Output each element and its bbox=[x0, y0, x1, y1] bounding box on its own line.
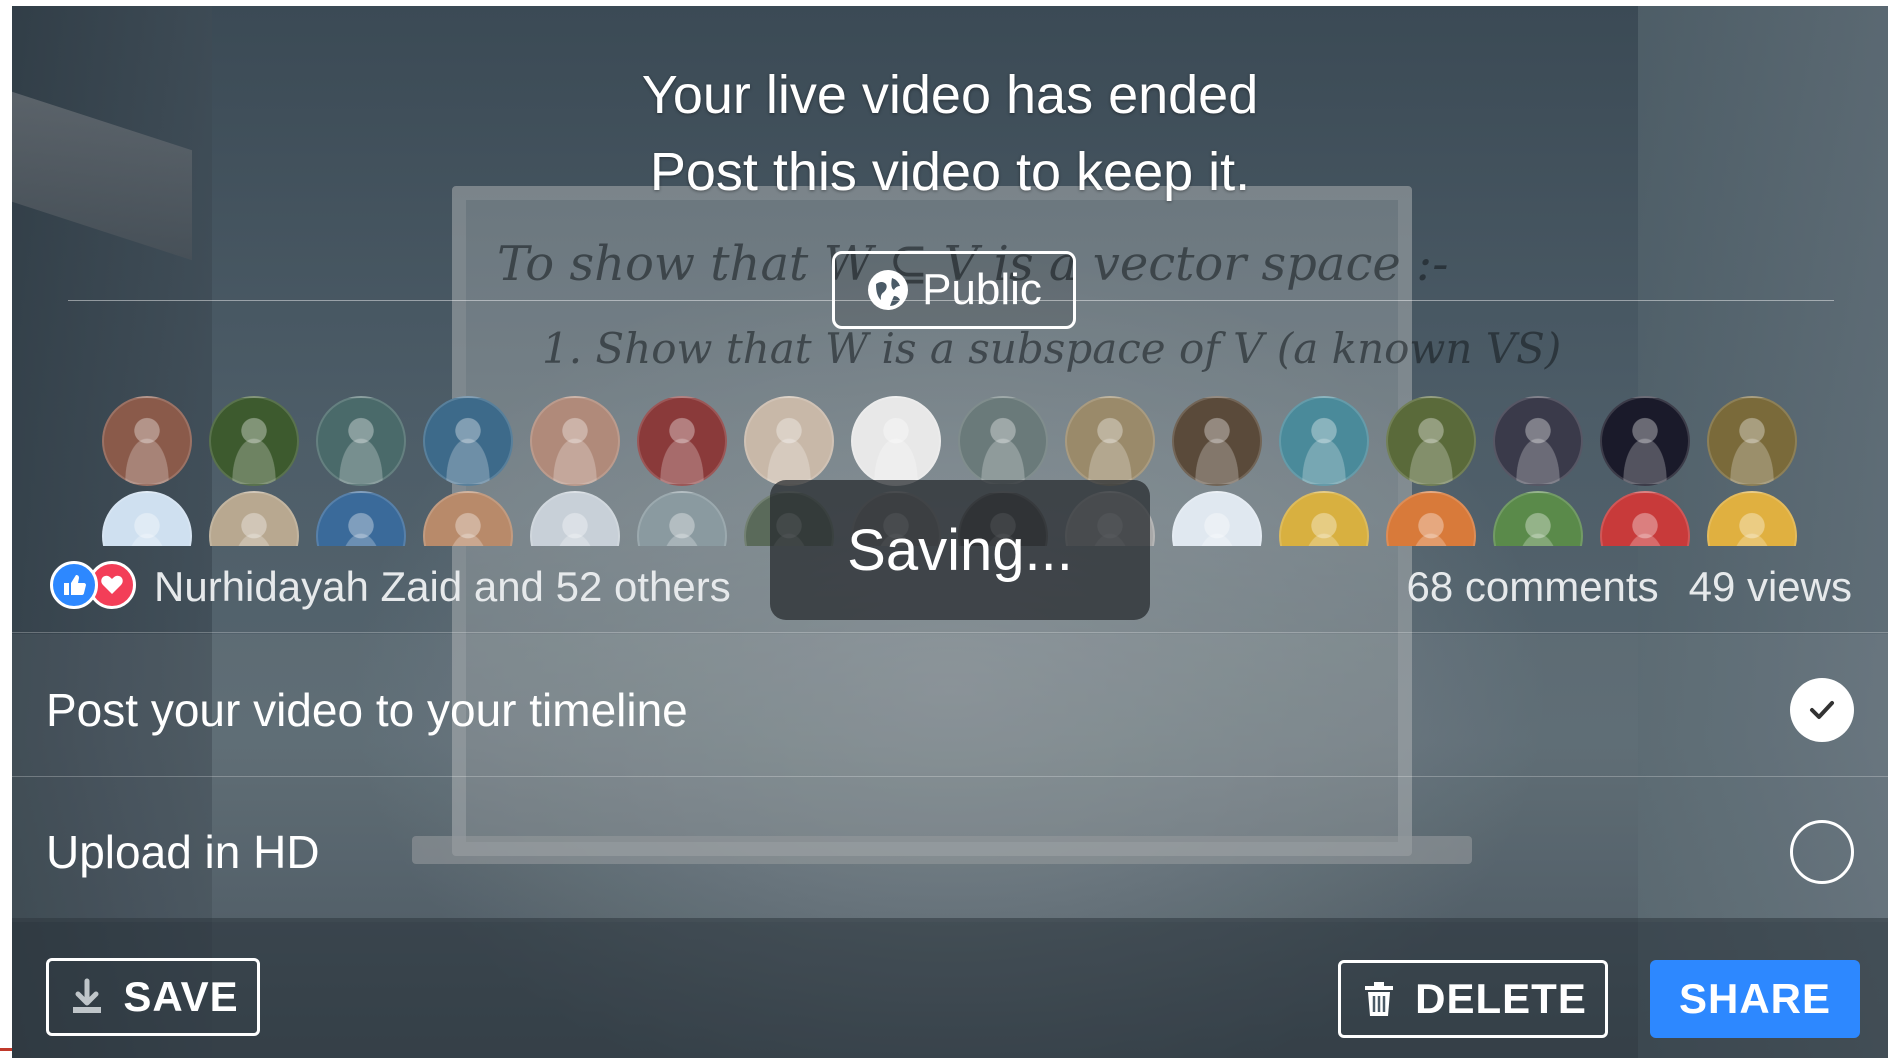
delete-button[interactable]: DELETE bbox=[1338, 960, 1608, 1038]
unchecked-checkbox[interactable] bbox=[1790, 820, 1854, 884]
option-post-to-timeline[interactable]: Post your video to your timeline bbox=[12, 650, 1888, 770]
share-label: SHARE bbox=[1678, 975, 1832, 1022]
viewer-avatar[interactable] bbox=[102, 491, 192, 546]
header-divider bbox=[68, 300, 1834, 301]
reaction-summary[interactable]: Nurhidayah Zaid and 52 others bbox=[154, 561, 731, 613]
reaction-icons[interactable] bbox=[50, 561, 136, 609]
comments-count[interactable]: 68 comments bbox=[1406, 561, 1658, 613]
viewer-avatar[interactable] bbox=[530, 491, 620, 546]
viewer-avatar[interactable] bbox=[1279, 396, 1369, 486]
viewer-avatar[interactable] bbox=[1493, 396, 1583, 486]
save-button[interactable]: SAVE bbox=[46, 958, 260, 1036]
stats-divider bbox=[12, 632, 1888, 633]
viewer-avatar[interactable] bbox=[1707, 396, 1797, 486]
viewer-avatar[interactable] bbox=[1493, 491, 1583, 546]
download-icon bbox=[73, 978, 102, 1013]
viewer-avatar[interactable] bbox=[316, 396, 406, 486]
option-label: Post your video to your timeline bbox=[46, 684, 688, 736]
viewer-avatar[interactable] bbox=[316, 491, 406, 546]
option-label: Upload in HD bbox=[46, 826, 320, 878]
viewer-avatar[interactable] bbox=[958, 396, 1048, 486]
viewer-avatar[interactable] bbox=[1172, 396, 1262, 486]
edge-mark bbox=[0, 1048, 12, 1051]
viewer-avatar[interactable] bbox=[744, 396, 834, 486]
privacy-selector-button[interactable]: Public bbox=[832, 251, 1076, 329]
viewer-avatar[interactable] bbox=[209, 396, 299, 486]
viewer-avatar[interactable] bbox=[530, 396, 620, 486]
viewer-avatar[interactable] bbox=[637, 396, 727, 486]
viewer-avatar[interactable] bbox=[1386, 396, 1476, 486]
option-divider bbox=[12, 776, 1888, 777]
engagement-stats: 68 comments 49 views bbox=[1406, 561, 1852, 613]
viewer-avatar[interactable] bbox=[1279, 491, 1369, 546]
views-count[interactable]: 49 views bbox=[1689, 561, 1852, 613]
viewer-avatar[interactable] bbox=[423, 491, 513, 546]
viewer-avatar[interactable] bbox=[1386, 491, 1476, 546]
privacy-label: Public bbox=[922, 265, 1042, 314]
trash-icon bbox=[1365, 982, 1394, 1016]
globe-icon bbox=[868, 270, 909, 310]
option-upload-hd[interactable]: Upload in HD bbox=[12, 792, 1888, 912]
viewer-avatar[interactable] bbox=[1600, 491, 1690, 546]
share-button[interactable]: SHARE bbox=[1650, 960, 1860, 1038]
viewer-avatar[interactable] bbox=[1172, 491, 1262, 546]
live-video-ended-screen: To show that W ⊆ V is a vector space :- … bbox=[12, 6, 1888, 1058]
delete-label: DELETE bbox=[1415, 975, 1587, 1022]
viewer-avatar[interactable] bbox=[1707, 491, 1797, 546]
viewer-avatar[interactable] bbox=[851, 396, 941, 486]
whiteboard-text-line2: 1. Show that W is a subspace of V (a kno… bbox=[542, 324, 1562, 373]
avatar-row bbox=[102, 396, 1822, 486]
checked-checkbox[interactable] bbox=[1790, 678, 1854, 742]
saving-toast: Saving... bbox=[770, 480, 1150, 620]
viewer-avatar[interactable] bbox=[423, 396, 513, 486]
save-label: SAVE bbox=[123, 973, 239, 1020]
viewer-avatar[interactable] bbox=[102, 396, 192, 486]
viewer-avatar[interactable] bbox=[1600, 396, 1690, 486]
viewer-avatar[interactable] bbox=[1065, 396, 1155, 486]
ended-title: Your live video has ended bbox=[641, 65, 1259, 125]
ended-subtitle: Post this video to keep it. bbox=[649, 142, 1251, 202]
viewer-avatar[interactable] bbox=[209, 491, 299, 546]
checkmark-icon bbox=[1810, 701, 1834, 719]
like-icon bbox=[50, 561, 98, 609]
viewer-avatar[interactable] bbox=[637, 491, 727, 546]
